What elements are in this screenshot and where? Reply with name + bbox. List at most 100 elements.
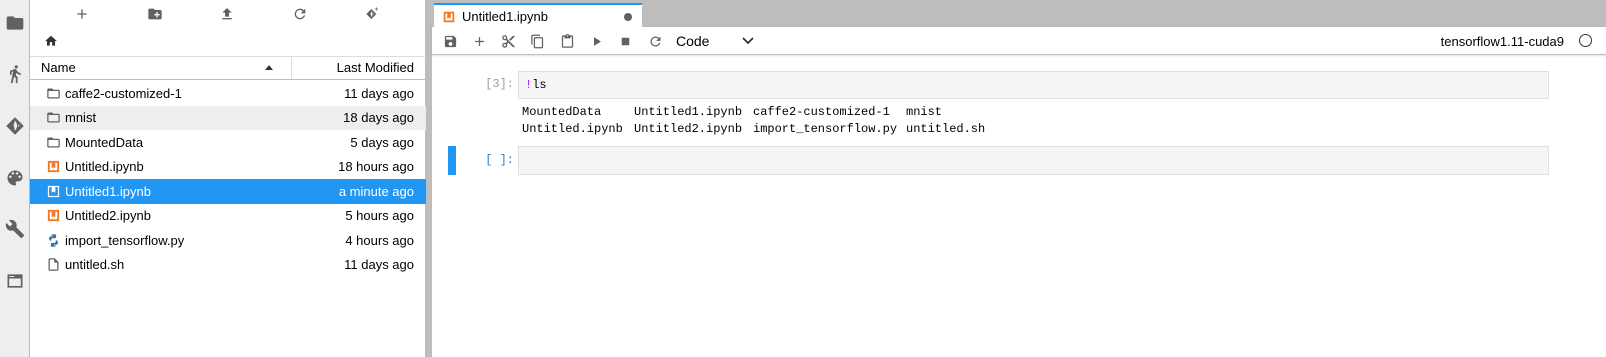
refresh-icon [649,35,660,46]
notebook-icon [45,208,61,224]
code-cell-input[interactable]: !ls [518,71,1549,99]
output-item: Untitled2.ipynb [634,122,743,136]
insert-cell-button[interactable] [470,32,488,50]
file-list: caffe2-customized-1 11 days ago mnist 18… [30,81,426,277]
folder-icon[interactable] [4,12,26,34]
tab-label: Untitled1.ipynb [462,9,548,24]
file-row-mnist[interactable]: mnist 18 days ago [30,105,426,130]
file-browser-toolbar [30,0,426,28]
folder-icon [45,110,61,126]
file-row-untitled-ipynb[interactable]: Untitled.ipynb 18 hours ago [30,155,426,180]
tab-bar: Untitled1.ipynb [432,0,1606,28]
file-row-untitled2-ipynb[interactable]: Untitled2.ipynb 5 hours ago [30,204,426,229]
file-row-untitled-sh[interactable]: untitled.sh 11 days ago [30,253,426,278]
file-modified: 5 hours ago [345,208,414,224]
input-prompt: [3]: [485,77,514,91]
play-icon [593,36,601,46]
name-column-label: Name [41,60,76,75]
save-button[interactable] [441,32,459,50]
cell-type-select[interactable]: Code [676,32,756,50]
output-line: Untitled.ipynb Untitled2.ipynb import_te… [522,121,985,138]
interrupt-button[interactable] [616,32,634,50]
file-row-untitled1-ipynb[interactable]: Untitled1.ipynb a minute ago [30,179,426,204]
home-icon [45,35,57,46]
output-item: import_tensorflow.py [753,122,898,136]
file-row-caffe2-customized-1[interactable]: caffe2-customized-1 11 days ago [30,81,426,106]
paste-button[interactable] [558,32,576,50]
file-name: mnist [65,110,97,126]
file-modified: 11 days ago [344,257,414,273]
cut-button[interactable] [499,32,517,50]
notebook-cells: [3]: !ls MountedData Untitled1.ipynb caf… [432,56,1606,357]
cell-output: MountedData Untitled1.ipynb caffe2-custo… [522,104,985,138]
plus-icon [474,36,484,46]
refresh-button[interactable] [288,4,312,24]
file-icon [45,257,61,273]
copy-button[interactable] [528,32,546,50]
output-item: MountedData [522,105,602,119]
file-name: import_tensorflow.py [65,232,185,248]
folder-icon [45,85,61,101]
file-name: Untitled.ipynb [65,159,144,175]
file-modified: 5 days ago [350,134,414,150]
code-cell-input[interactable] [518,146,1549,175]
new-folder-button[interactable] [143,4,167,24]
notebook-icon [45,183,61,199]
tabs-icon[interactable] [4,270,26,292]
restart-kernel-button[interactable] [646,32,664,50]
plus-icon [77,9,87,19]
stop-icon [621,37,629,45]
file-modified: 11 days ago [344,85,414,101]
refresh-icon [294,8,306,20]
output-item: untitled.sh [906,122,986,136]
input-prompt: [ ]: [485,153,514,167]
file-row-import-tensorflow-py[interactable]: import_tensorflow.py 4 hours ago [30,228,426,253]
output-item: Untitled1.ipynb [634,105,743,119]
kernel-status-idle-icon [1579,34,1592,47]
new-launcher-button[interactable] [70,4,94,24]
upload-button[interactable] [215,4,239,24]
unsaved-dot-icon[interactable] [624,13,632,21]
code-command: ls [532,78,547,92]
run-button[interactable] [587,32,605,50]
code-text: !ls [519,72,1548,99]
output-item: Untitled.ipynb [522,122,623,136]
output-line: MountedData Untitled1.ipynb caffe2-custo… [522,104,985,121]
git-icon[interactable] [4,115,26,137]
paste-icon [561,33,573,48]
file-list-header: Name Last Modified [30,56,426,80]
scissors-icon [501,34,515,48]
file-name: MountedData [65,134,144,150]
folder-icon [45,134,61,150]
output-item: mnist [906,105,943,119]
jupyterlab-window: Name Last Modified caffe2-customized-1 1… [0,0,1606,357]
activity-bar [0,0,30,357]
upload-icon [222,8,232,20]
output-item: caffe2-customized-1 [753,105,890,119]
last-modified-column-header[interactable]: Last Modified [292,57,426,79]
name-column-header[interactable]: Name [30,57,292,79]
chevron-down-icon [742,37,754,45]
file-modified: 18 days ago [343,110,414,126]
palette-icon[interactable] [4,167,26,189]
file-browser-panel: Name Last Modified caffe2-customized-1 1… [30,0,426,357]
kernel-name[interactable]: tensorflow1.11-cuda9 [1441,34,1564,49]
file-modified: 18 hours ago [338,159,414,175]
new-folder-icon [148,8,162,20]
file-modified: a minute ago [338,183,414,199]
copy-icon [530,34,543,48]
notebook-icon [45,159,61,175]
breadcrumb-home[interactable] [44,32,64,50]
cell-type-value: Code [676,33,710,49]
git-clone-button[interactable] [360,4,384,24]
tab-untitled1-ipynb[interactable]: Untitled1.ipynb [434,3,642,28]
notebook-toolbar: Code tensorflow1.11-cuda9 [432,27,1606,55]
running-icon[interactable] [4,63,26,85]
file-name: caffe2-customized-1 [65,85,182,101]
notebook-icon [442,10,456,24]
wrench-icon[interactable] [4,218,26,240]
file-modified: 4 hours ago [345,232,414,248]
sort-ascending-icon [265,65,273,70]
file-row-mounteddata[interactable]: MountedData 5 days ago [30,130,426,155]
